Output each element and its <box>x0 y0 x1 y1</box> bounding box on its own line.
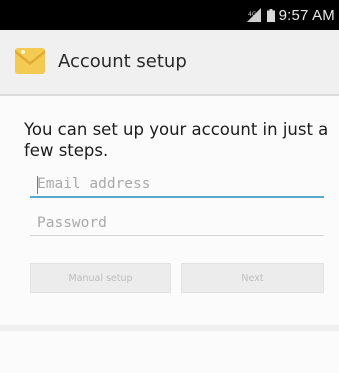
password-field[interactable] <box>30 210 324 236</box>
text-cursor <box>37 176 38 194</box>
setup-form: You can set up your account in just a fe… <box>0 96 339 373</box>
status-bar: 4G 9:57 AM <box>0 0 339 30</box>
screen-title: Account setup <box>58 51 187 72</box>
battery-icon <box>266 8 275 22</box>
signal-icon: 4G <box>246 8 261 22</box>
status-icons: 4G 9:57 AM <box>246 0 335 30</box>
next-button[interactable]: Next <box>181 263 324 293</box>
manual-setup-button[interactable]: Manual setup <box>30 263 171 293</box>
clock: 9:57 AM <box>278 6 335 24</box>
action-bar: Account setup <box>0 30 339 96</box>
email-field[interactable] <box>30 172 324 198</box>
intro-text: You can set up your account in just a fe… <box>24 120 329 160</box>
divider <box>0 325 339 331</box>
svg-text:4G: 4G <box>248 11 257 18</box>
email-app-icon[interactable] <box>14 46 48 78</box>
